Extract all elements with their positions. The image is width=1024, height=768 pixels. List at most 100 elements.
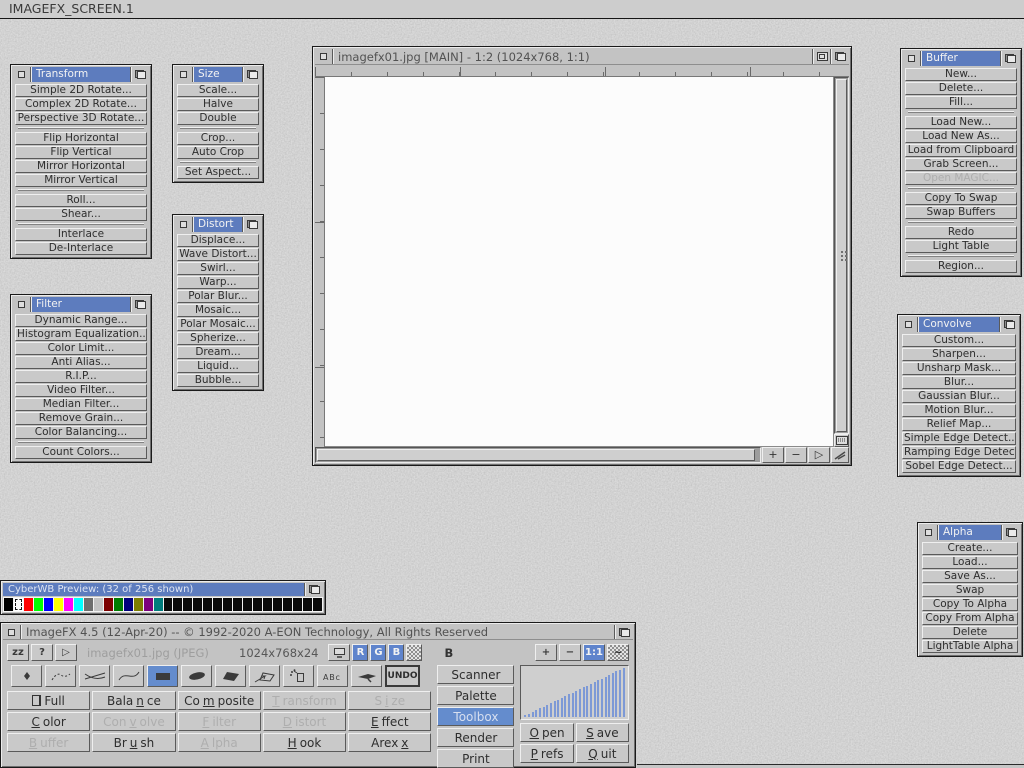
shear-button[interactable]: Shear...: [15, 208, 147, 221]
halve-button[interactable]: Halve: [177, 98, 259, 111]
zoom-out-button[interactable]: −: [785, 447, 807, 463]
dynamic-range-button[interactable]: Dynamic Range...: [15, 314, 147, 327]
depth-gadget[interactable]: [243, 67, 261, 82]
histogram-equalization-button[interactable]: Histogram Equalization...: [15, 328, 147, 341]
median-filter-button[interactable]: Median Filter...: [15, 398, 147, 411]
polygon-tool[interactable]: [215, 665, 246, 687]
polar-blur-button[interactable]: Polar Blur...: [177, 290, 259, 303]
mirror-horizontal-button[interactable]: Mirror Horizontal: [15, 160, 147, 173]
box-tool[interactable]: [147, 665, 178, 687]
color-swatch[interactable]: [243, 598, 252, 611]
r-i-p-button[interactable]: R.I.P...: [15, 370, 147, 383]
color-swatch[interactable]: [193, 598, 202, 611]
zoom-in-button[interactable]: +: [535, 644, 557, 661]
fill-polygon-tool[interactable]: [249, 665, 280, 687]
fill-button[interactable]: Fill...: [905, 96, 1017, 109]
new-button[interactable]: New...: [905, 68, 1017, 81]
close-gadget[interactable]: [900, 317, 918, 332]
depth-gadget[interactable]: [243, 217, 261, 232]
sleep-button[interactable]: zz: [7, 644, 29, 661]
color-swatch[interactable]: [154, 598, 163, 611]
complex-2d-rotate-button[interactable]: Complex 2D Rotate...: [15, 98, 147, 111]
undo-button[interactable]: UNDO: [385, 665, 420, 687]
main-window-titlebar[interactable]: imagefx01.jpg [MAIN] - 1:2 (1024x768, 1:…: [315, 49, 849, 65]
color-swatch[interactable]: [64, 598, 73, 611]
palette-button[interactable]: Palette: [437, 686, 514, 705]
alpha-titlebar[interactable]: Alpha: [920, 525, 1020, 540]
spherize-button[interactable]: Spherize...: [177, 332, 259, 345]
depth-gadget[interactable]: [615, 625, 633, 639]
macro-play-button[interactable]: ▷: [55, 644, 77, 661]
color-swatch[interactable]: [183, 598, 192, 611]
color-swatch[interactable]: [114, 598, 123, 611]
anti-alias-button[interactable]: Anti Alias...: [15, 356, 147, 369]
roll-button[interactable]: Roll...: [15, 194, 147, 207]
sobel-edge-detect-button[interactable]: Sobel Edge Detect...: [902, 460, 1016, 473]
liquid-button[interactable]: Liquid...: [177, 360, 259, 373]
set-aspect-button[interactable]: Set Aspect...: [177, 166, 259, 179]
image-canvas[interactable]: [325, 77, 834, 447]
depth-gadget[interactable]: [131, 297, 149, 312]
close-gadget[interactable]: [3, 625, 21, 639]
dream-button[interactable]: Dream...: [177, 346, 259, 359]
depth-gadget[interactable]: [131, 67, 149, 82]
swirl-button[interactable]: Swirl...: [177, 262, 259, 275]
full-button[interactable]: Full: [7, 691, 90, 710]
hook-button[interactable]: Hook: [263, 733, 346, 752]
gaussian-blur-button[interactable]: Gaussian Blur...: [902, 390, 1016, 403]
light-table-button[interactable]: Light Table: [905, 240, 1017, 253]
copy-from-alpha-button[interactable]: Copy From Alpha: [922, 612, 1018, 625]
color-swatch[interactable]: [14, 598, 23, 611]
vertical-scrollbar-thumb[interactable]: [836, 79, 847, 432]
delete-button[interactable]: Delete: [922, 626, 1018, 639]
sharpen-button[interactable]: Sharpen...: [902, 348, 1016, 361]
point-tool[interactable]: [11, 665, 42, 687]
mosaic-button[interactable]: Mosaic...: [177, 304, 259, 317]
color-swatch[interactable]: [173, 598, 182, 611]
close-gadget[interactable]: [13, 67, 31, 82]
freehand-tool[interactable]: [45, 665, 76, 687]
color-swatch[interactable]: [283, 598, 292, 611]
effect-button[interactable]: Effect: [348, 712, 431, 731]
double-button[interactable]: Double: [177, 112, 259, 125]
horizontal-scrollbar[interactable]: [315, 447, 761, 463]
color-swatch[interactable]: [54, 598, 63, 611]
convolve-titlebar[interactable]: Convolve: [900, 317, 1018, 332]
resize-gadget[interactable]: [831, 447, 849, 463]
color-limit-button[interactable]: Color Limit...: [15, 342, 147, 355]
depth-gadget[interactable]: [1001, 51, 1019, 66]
play-button[interactable]: ▷: [808, 447, 830, 463]
print-button[interactable]: Print: [437, 749, 514, 768]
create-button[interactable]: Create...: [922, 542, 1018, 555]
color-swatch[interactable]: [213, 598, 222, 611]
color-swatch[interactable]: [203, 598, 212, 611]
grab-screen-button[interactable]: Grab Screen...: [905, 158, 1017, 171]
crop-button[interactable]: Crop...: [177, 132, 259, 145]
depth-gadget[interactable]: [1002, 525, 1020, 540]
simple-2d-rotate-button[interactable]: Simple 2D Rotate...: [15, 84, 147, 97]
color-swatch[interactable]: [104, 598, 113, 611]
copy-to-alpha-button[interactable]: Copy To Alpha: [922, 598, 1018, 611]
curve-tool[interactable]: [113, 665, 144, 687]
green-channel-button[interactable]: G: [370, 644, 386, 661]
close-gadget[interactable]: [13, 297, 31, 312]
close-gadget[interactable]: [175, 67, 193, 82]
zoom-gadget[interactable]: [813, 49, 831, 64]
displace-button[interactable]: Displace...: [177, 234, 259, 247]
palette-titlebar[interactable]: CyberWB Preview: (32 of 256 shown): [3, 583, 323, 596]
line-tool[interactable]: [79, 665, 110, 687]
warp-button[interactable]: Warp...: [177, 276, 259, 289]
spray-can-tool[interactable]: [283, 665, 314, 687]
horizontal-scrollbar-thumb[interactable]: [317, 449, 755, 461]
color-swatch[interactable]: [253, 598, 262, 611]
delete-button[interactable]: Delete...: [905, 82, 1017, 95]
text-tool[interactable]: A B c: [317, 665, 348, 687]
zoom-ratio-button[interactable]: 1:1: [583, 644, 605, 661]
help-button[interactable]: ?: [31, 644, 53, 661]
lighttable-alpha-button[interactable]: LightTable Alpha: [922, 640, 1018, 653]
save-as-button[interactable]: Save As...: [922, 570, 1018, 583]
depth-gadget[interactable]: [305, 583, 323, 596]
color-swatch[interactable]: [134, 598, 143, 611]
arexx-button[interactable]: Arexx: [348, 733, 431, 752]
render-button[interactable]: Render: [437, 728, 514, 747]
